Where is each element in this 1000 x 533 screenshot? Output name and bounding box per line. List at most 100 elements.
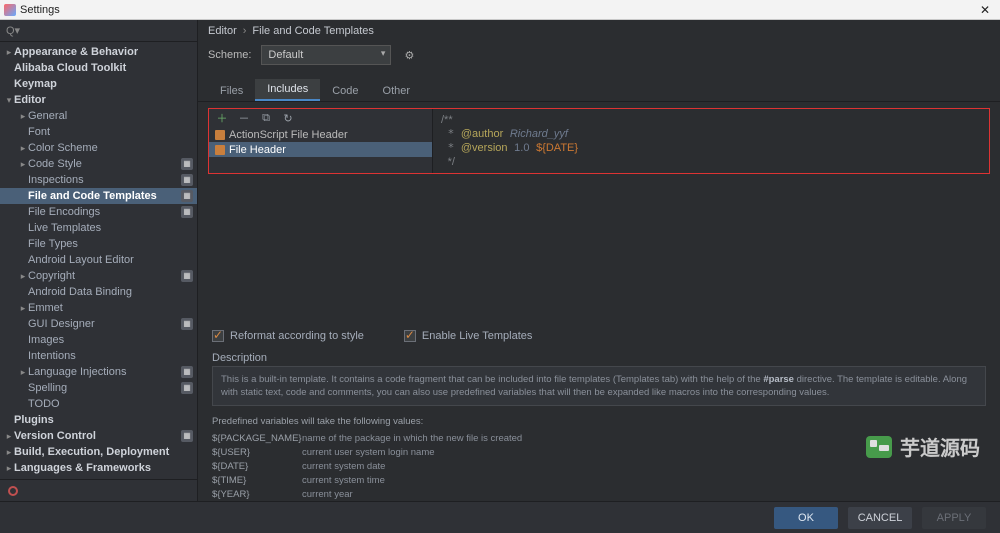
tree-item[interactable]: Font (0, 124, 197, 140)
vars-title: Predefined variables will take the follo… (212, 416, 986, 427)
tree-label: Spelling (28, 380, 177, 396)
scheme-label: Scheme: (208, 49, 251, 61)
var-desc: current year (302, 489, 353, 500)
tree-label: Inspections (28, 172, 177, 188)
tree-item[interactable]: Inspections▦ (0, 172, 197, 188)
app-icon (4, 4, 16, 16)
breadcrumb-root[interactable]: Editor (208, 25, 237, 37)
tree-label: Emmet (28, 300, 193, 316)
tree-item[interactable]: Spelling ▦ (0, 380, 197, 396)
tab-includes[interactable]: Includes (255, 79, 320, 101)
tree-item[interactable]: Android Data Binding (0, 284, 197, 300)
tree-item[interactable]: Intentions (0, 348, 197, 364)
tab-code[interactable]: Code (320, 81, 370, 101)
tree-label: Language Injections (28, 364, 177, 380)
project-scope-icon: ▦ (181, 382, 193, 394)
cancel-button[interactable]: CANCEL (848, 507, 912, 529)
template-tabs: FilesIncludesCodeOther (198, 78, 1000, 102)
search-input[interactable]: Q▾ (0, 20, 197, 42)
tree-arrow-icon (18, 300, 28, 316)
chevron-right-icon: › (243, 25, 247, 37)
tree-label: Images (28, 332, 193, 348)
tree-label: Font (28, 124, 193, 140)
template-list-panel: ＋ － ⧉ ↻ ActionScript File Header File Hea… (209, 109, 433, 173)
tree-label: Keymap (14, 76, 193, 92)
add-icon[interactable]: ＋ (215, 111, 229, 125)
scheme-select[interactable]: Default (261, 45, 391, 65)
project-scope-icon: ▦ (181, 158, 193, 170)
tree-item[interactable]: General (0, 108, 197, 124)
template-item[interactable]: ActionScript File Header (209, 127, 432, 142)
project-scope-icon: ▦ (181, 318, 193, 330)
tree-item[interactable]: Language Injections▦ (0, 364, 197, 380)
tree-label: Android Layout Editor (28, 252, 193, 268)
template-list: ActionScript File Header File Header (209, 127, 432, 173)
tree-item[interactable]: Editor (0, 92, 197, 108)
tab-files[interactable]: Files (208, 81, 255, 101)
tree-label: Languages & Frameworks (14, 460, 193, 476)
var-key: ${PACKAGE_NAME} (212, 433, 302, 444)
tree-label: Alibaba Cloud Toolkit (14, 60, 193, 76)
copy-icon[interactable]: ⧉ (259, 111, 273, 125)
tree-label: Copyright (28, 268, 177, 284)
tree-item[interactable]: Build, Execution, Deployment (0, 444, 197, 460)
var-key: ${TIME} (212, 475, 302, 486)
tree-label: Build, Execution, Deployment (14, 444, 193, 460)
tree-label: Plugins (14, 412, 193, 428)
tree-arrow-icon (18, 108, 28, 124)
tree-item[interactable]: File Encodings▦ (0, 204, 197, 220)
var-row: ${USER}current user system login name (212, 445, 986, 459)
tree-item[interactable]: Plugins (0, 412, 197, 428)
close-icon[interactable]: ✕ (974, 0, 996, 20)
tree-arrow-icon (4, 444, 14, 460)
tree-item[interactable]: Emmet (0, 300, 197, 316)
tree-item[interactable]: File Types (0, 236, 197, 252)
template-item[interactable]: File Header (209, 142, 432, 157)
tab-other[interactable]: Other (371, 81, 423, 101)
tree-item[interactable]: Color Scheme (0, 140, 197, 156)
ok-button[interactable]: OK (774, 507, 838, 529)
tree-label: GUI Designer (28, 316, 177, 332)
tree-label: File and Code Templates (28, 188, 177, 204)
live-templates-label: Enable Live Templates (422, 330, 532, 342)
tree-item[interactable]: Version Control▦ (0, 428, 197, 444)
settings-main: Editor › File and Code Templates Scheme:… (198, 20, 1000, 501)
tree-arrow-icon (4, 428, 14, 444)
live-templates-checkbox[interactable]: Enable Live Templates (404, 330, 532, 342)
tree-item[interactable]: Code Style▦ (0, 156, 197, 172)
var-key: ${YEAR} (212, 489, 302, 500)
tree-label: Intentions (28, 348, 193, 364)
var-row: ${DATE}current system date (212, 459, 986, 473)
project-scope-icon: ▦ (181, 270, 193, 282)
remove-icon[interactable]: － (237, 111, 251, 125)
gear-icon[interactable]: ⚙ (401, 47, 417, 63)
tree-item[interactable]: Images (0, 332, 197, 348)
vars-table: ${PACKAGE_NAME}name of the package in wh… (198, 431, 1000, 501)
tree-arrow-icon (18, 140, 28, 156)
var-key: ${DATE} (212, 461, 302, 472)
tree-label: TODO (28, 396, 193, 412)
tree-item[interactable]: Android Layout Editor (0, 252, 197, 268)
checkbox-icon (404, 330, 416, 342)
tree-item[interactable]: Alibaba Cloud Toolkit (0, 60, 197, 76)
template-editor[interactable]: /** * @author Richard_yyf * @version 1.0… (433, 109, 989, 173)
tree-item[interactable]: Copyright ▦ (0, 268, 197, 284)
refresh-icon[interactable]: ↻ (281, 111, 295, 125)
tree-item[interactable]: File and Code Templates▦ (0, 188, 197, 204)
tree-item[interactable]: GUI Designer ▦ (0, 316, 197, 332)
sidebar-footer (0, 479, 197, 501)
description-box: This is a built-in template. It contains… (212, 366, 986, 406)
var-desc: current user system login name (302, 447, 435, 458)
tree-item[interactable]: Keymap (0, 76, 197, 92)
tree-item[interactable]: TODO (0, 396, 197, 412)
tree-item[interactable]: Languages & Frameworks (0, 460, 197, 476)
tree-label: General (28, 108, 193, 124)
tree-item[interactable]: Appearance & Behavior (0, 44, 197, 60)
template-toolbar: ＋ － ⧉ ↻ (209, 109, 432, 127)
template-label: File Header (229, 144, 286, 156)
tree-item[interactable]: Live Templates (0, 220, 197, 236)
tree-label: File Encodings (28, 204, 177, 220)
breadcrumb: Editor › File and Code Templates (198, 20, 1000, 42)
apply-button: APPLY (922, 507, 986, 529)
reformat-checkbox[interactable]: Reformat according to style (212, 330, 364, 342)
